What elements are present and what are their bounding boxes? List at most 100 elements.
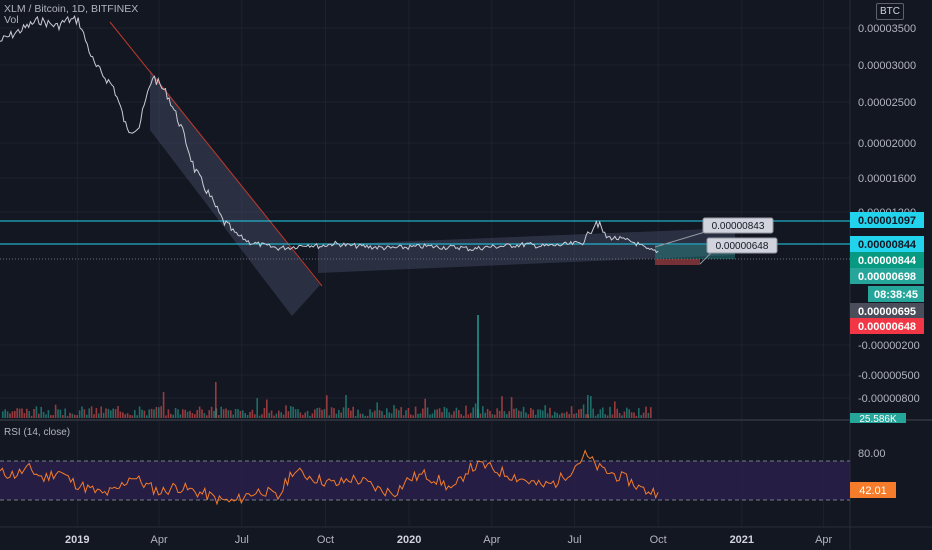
volume-bar: [304, 412, 306, 418]
time-axis-tick: Oct: [650, 534, 667, 546]
volume-bar: [287, 411, 290, 418]
volume-bar: [218, 415, 220, 418]
volume-bar: [42, 411, 45, 418]
volume-bar: [606, 415, 609, 418]
volume-bar: [326, 395, 328, 418]
volume-bar: [534, 414, 537, 418]
volume-bar: [467, 414, 470, 418]
volume-bar: [206, 415, 208, 418]
volume-bar: [150, 408, 153, 418]
volume-bar: [6, 411, 9, 418]
volume-bar: [184, 409, 186, 418]
volume-bar: [333, 408, 335, 418]
price-axis-tick: 0.00002500: [858, 97, 916, 109]
volume-bar: [50, 415, 52, 418]
volume-bar: [630, 412, 633, 418]
volume-bar: [342, 407, 345, 418]
volume-bar: [148, 409, 150, 418]
rsi-title: RSI (14, close): [4, 427, 71, 438]
volume-bar: [508, 411, 510, 418]
volume-bar: [54, 404, 57, 418]
volume-bar: [40, 406, 42, 418]
volume-bar: [448, 412, 450, 418]
volume-bar: [537, 409, 539, 418]
volume-bar: [386, 408, 388, 418]
chart-canvas[interactable]: 0.00000843 0.00000648 0.00003500 0.00003000…: [0, 0, 932, 550]
volume-bar: [88, 408, 90, 418]
annotation-text-2: 0.00000648: [716, 241, 769, 252]
volume-bar: [105, 408, 107, 418]
volume-bar: [278, 410, 280, 418]
volume-bar: [470, 412, 472, 418]
volume-bar: [479, 413, 482, 418]
volume-bar: [498, 410, 501, 418]
price-axis-tick: 0.00003500: [858, 23, 916, 35]
volume-bar: [489, 410, 491, 418]
volume-bar: [611, 414, 614, 418]
chart-title: XLM / Bitcoin, 1D, BITFINEX: [4, 3, 139, 15]
volume-bar: [573, 413, 575, 418]
volume-bar: [491, 414, 494, 418]
volume-bar: [138, 406, 141, 418]
currency-badge[interactable]: BTC: [876, 3, 904, 20]
volume-bar: [323, 409, 326, 418]
volume-bar: [186, 411, 189, 418]
volume-bar: [52, 415, 54, 418]
volume-bar: [436, 409, 438, 418]
volume-bar: [563, 413, 566, 418]
time-axis-tick: Apr: [483, 534, 500, 546]
volume-bar: [609, 406, 611, 418]
volume-bar: [623, 411, 626, 418]
volume-bar: [400, 407, 402, 418]
volume-bar: [318, 407, 321, 418]
volume-bar: [443, 406, 446, 418]
volume-bar: [141, 409, 143, 418]
volume-bar: [201, 409, 203, 418]
volume-bar: [592, 408, 594, 418]
price-label: 0.00001097: [858, 215, 916, 227]
volume-bar: [69, 412, 71, 418]
volume-value-label: 25.586K: [859, 414, 897, 425]
volume-bar: [230, 410, 232, 418]
volume-bar: [122, 412, 124, 418]
volume-bar: [378, 410, 381, 418]
volume-bar: [268, 412, 270, 418]
volume-bar: [549, 407, 551, 418]
volume-bar: [647, 412, 650, 418]
volume-bar: [575, 413, 578, 418]
volume-bar: [114, 409, 117, 418]
volume-bar-spike: [587, 395, 589, 418]
volume-bar: [275, 413, 278, 418]
volume-bar-spike: [477, 315, 479, 418]
volume-bar: [45, 414, 47, 418]
volume-bar: [616, 408, 618, 418]
volume-bar: [590, 395, 592, 418]
volume-bar: [518, 410, 520, 418]
volume-bar: [364, 415, 366, 418]
volume-bar: [261, 414, 263, 418]
volume-bar: [249, 411, 251, 418]
volume-bar: [438, 408, 441, 418]
volume-bar: [561, 412, 563, 418]
price-axis-tick: -0.00000500: [858, 370, 920, 382]
price-axis-tick: 0.00001600: [858, 173, 916, 185]
volume-bar: [57, 409, 59, 418]
volume-bar: [314, 409, 316, 418]
rsi-axis-tick: 80.00: [858, 448, 886, 460]
volume-bar: [316, 407, 318, 418]
volume-bar: [263, 408, 266, 418]
volume-bar: [381, 411, 383, 418]
volume-bar: [83, 409, 86, 418]
volume-bar: [506, 414, 508, 418]
volume-bar: [496, 408, 498, 418]
price-label: 0.00000698: [858, 271, 916, 283]
volume-bar: [321, 409, 323, 418]
volume-bar: [227, 410, 230, 418]
volume-bar: [352, 406, 354, 418]
volume-bar: [527, 414, 530, 418]
volume-bar: [162, 391, 165, 418]
volume-bar: [580, 408, 582, 418]
volume-bar: [280, 412, 282, 418]
volume-bar: [21, 408, 23, 418]
volume-bar: [417, 413, 419, 418]
